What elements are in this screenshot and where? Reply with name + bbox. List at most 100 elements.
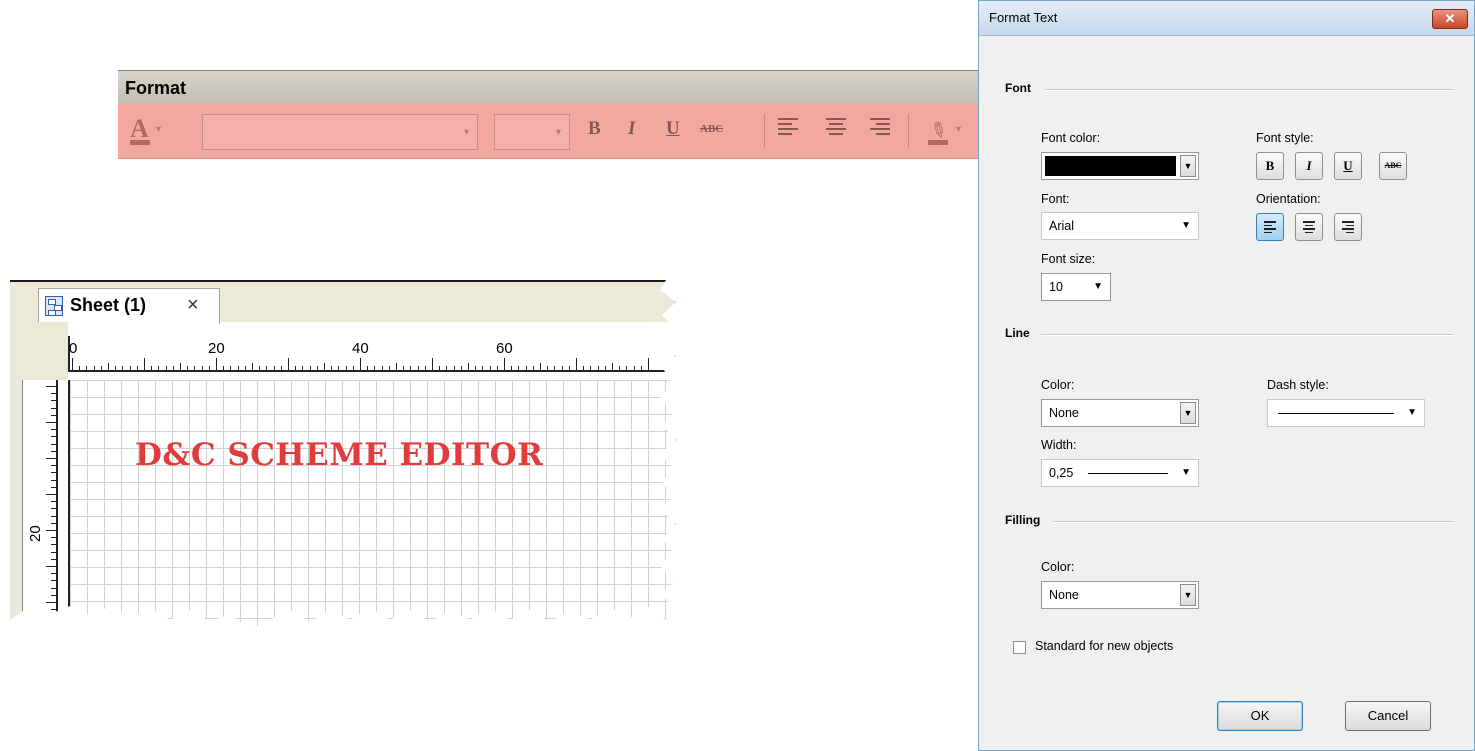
ruler-tick: [51, 623, 56, 625]
ruler-tick: [518, 366, 520, 370]
ruler-tick: [46, 458, 56, 459]
ruler-tick: [51, 436, 56, 438]
dash-style-label: Dash style:: [1267, 378, 1329, 392]
ruler-tick: [324, 363, 325, 370]
ruler-tick: [51, 429, 56, 431]
ruler-tick: [51, 537, 56, 539]
strikethrough-button[interactable]: ABC: [700, 123, 723, 135]
chevron-down-icon: ▾: [463, 127, 469, 138]
canvas-text-object[interactable]: D&C SCHEME EDITOR: [135, 437, 543, 473]
ruler-tick: [51, 400, 56, 402]
align-center-icon[interactable]: [826, 118, 846, 136]
ruler-tick: [489, 366, 491, 370]
underline-style-button[interactable]: U: [1334, 152, 1362, 180]
ruler-tick: [51, 508, 56, 510]
format-toolbar-title: Format: [118, 70, 988, 104]
ruler-label: 40: [352, 340, 369, 357]
ruler-label: 20: [27, 525, 44, 542]
strikethrough-style-button[interactable]: ABC: [1379, 152, 1407, 180]
ruler-tick: [626, 366, 628, 370]
underline-button[interactable]: U: [666, 118, 680, 140]
ruler-tick: [273, 366, 275, 370]
font-style-label: Font style:: [1256, 131, 1314, 145]
line-width-combo[interactable]: 0,25 ▼: [1041, 459, 1199, 487]
ok-button[interactable]: OK: [1217, 701, 1303, 731]
line-color-combo[interactable]: None ▼: [1041, 399, 1199, 427]
ruler-tick: [453, 366, 455, 370]
ruler-label: 0: [69, 340, 78, 357]
line-color-label: Color:: [1041, 378, 1075, 392]
ruler-tick: [360, 358, 361, 370]
font-size-combo[interactable]: 10 ▼: [1041, 273, 1111, 301]
line-section-heading: Line: [1005, 326, 1030, 340]
font-color-icon[interactable]: A ▾: [128, 114, 166, 148]
ruler-tick: [158, 366, 160, 370]
ruler-tick: [403, 366, 405, 370]
standard-for-new-objects-checkbox[interactable]: [1013, 641, 1026, 654]
ruler-tick: [208, 366, 210, 370]
font-name-combo[interactable]: ▾: [202, 114, 478, 150]
standard-for-new-objects-label[interactable]: Standard for new objects: [1035, 639, 1173, 653]
line-color-icon[interactable]: ✎ ▾: [925, 114, 966, 148]
toolbar-separator: [908, 114, 909, 148]
chevron-down-icon: ▾: [555, 127, 561, 138]
ruler-tick: [424, 366, 426, 370]
ruler-tick: [640, 366, 642, 370]
font-section-heading: Font: [1005, 81, 1031, 95]
font-color-combo[interactable]: ▼: [1041, 152, 1199, 180]
font-size-label: Font size:: [1041, 252, 1096, 266]
font-size-combo[interactable]: ▾: [494, 114, 570, 150]
ruler-tick: [51, 515, 56, 517]
ruler-tick: [331, 366, 333, 370]
font-combo[interactable]: Arial ▼: [1041, 212, 1199, 240]
italic-button[interactable]: I: [628, 118, 635, 140]
align-center-icon: [1303, 221, 1315, 235]
ruler-tick: [612, 363, 613, 370]
ruler-tick: [374, 366, 376, 370]
bold-style-button[interactable]: B: [1256, 152, 1284, 180]
dash-style-combo[interactable]: ▼: [1267, 399, 1425, 427]
cancel-button[interactable]: Cancel: [1345, 701, 1431, 731]
ruler-tick: [576, 358, 577, 370]
ruler-tick: [51, 580, 56, 582]
chevron-down-icon: ▼: [1093, 281, 1103, 292]
italic-style-button[interactable]: I: [1295, 152, 1323, 180]
chevron-down-icon: ▼: [1180, 584, 1196, 606]
ruler-tick: [432, 358, 433, 370]
ruler-tick: [266, 366, 268, 370]
chevron-down-icon: ▼: [1407, 407, 1417, 418]
close-icon[interactable]: ×: [187, 294, 199, 317]
ruler-tick: [648, 358, 649, 370]
align-right-icon[interactable]: [870, 118, 890, 136]
filling-color-combo[interactable]: None ▼: [1041, 581, 1199, 609]
ruler-tick: [46, 566, 56, 567]
ruler-tick: [547, 366, 549, 370]
dialog-titlebar: Format Text ✕: [979, 1, 1474, 36]
align-left-icon[interactable]: [778, 118, 798, 136]
ruler-tick: [259, 366, 261, 370]
ruler-tick: [51, 407, 56, 409]
tab-sheet-1[interactable]: Sheet (1) ×: [38, 288, 220, 324]
align-center-button[interactable]: [1295, 213, 1323, 241]
drawing-canvas[interactable]: [68, 380, 675, 630]
ruler-tick: [223, 366, 225, 370]
ruler-tick: [554, 366, 556, 370]
ruler-tick: [115, 366, 117, 370]
align-left-button[interactable]: [1256, 213, 1284, 241]
ruler-tick: [561, 366, 563, 370]
chevron-down-icon: ▼: [1180, 155, 1196, 177]
filling-color-label: Color:: [1041, 560, 1075, 574]
format-toolbar-strip: A ▾ ▾ ▾ B I U ABC ✎ ▾: [118, 104, 988, 159]
ruler-tick: [93, 366, 95, 370]
close-button[interactable]: ✕: [1432, 9, 1468, 29]
sheet-editor: Sheet (1) × 0 20 40 60 20 D&C SCHEME EDITOR: [10, 280, 675, 630]
ruler-tick: [194, 366, 196, 370]
align-right-button[interactable]: [1334, 213, 1362, 241]
ruler-label: 60: [496, 340, 513, 357]
ruler-tick: [410, 366, 412, 370]
ruler-tick: [367, 366, 369, 370]
ruler-tick: [496, 366, 498, 370]
bold-button[interactable]: B: [588, 118, 601, 140]
ruler-tick: [144, 358, 145, 370]
ruler-tick: [46, 602, 56, 603]
